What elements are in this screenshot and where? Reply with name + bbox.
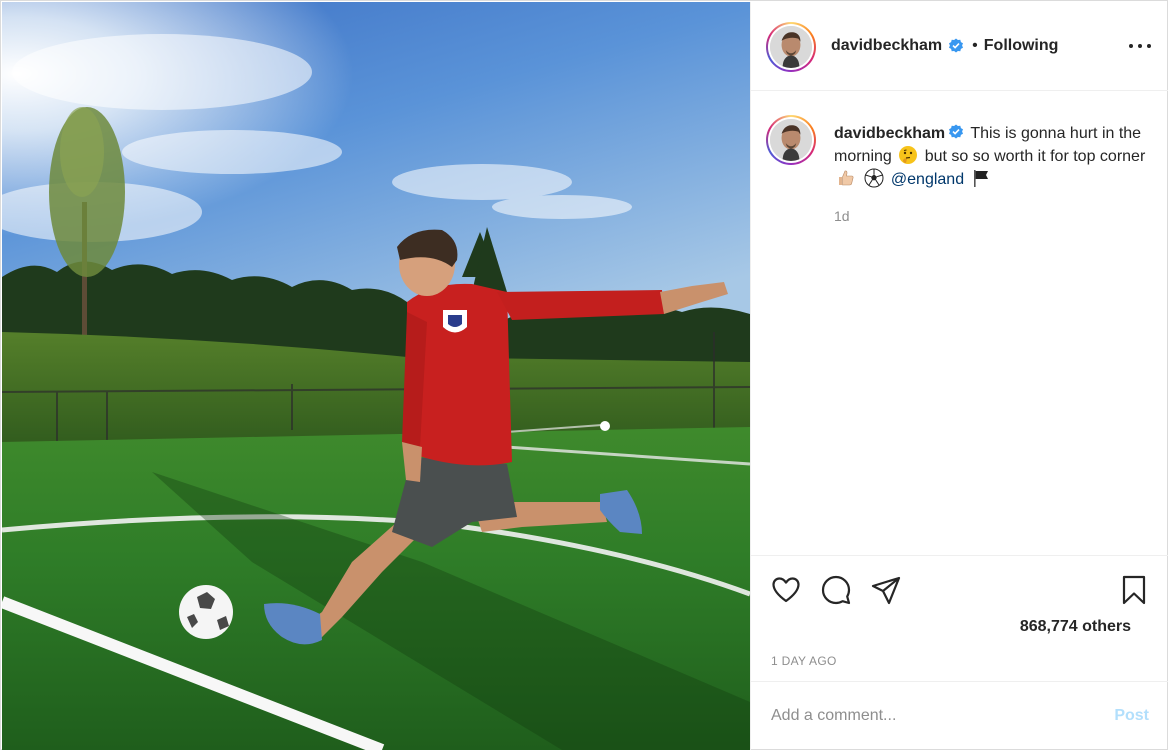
post-side-panel: davidbeckham • Following davidbeckham Th… [750,2,1168,750]
header-separator: • [972,37,978,54]
likes-count[interactable]: 868,774 others [1020,618,1131,636]
bookmark-icon[interactable] [1118,574,1150,606]
post-actions: 868,774 others 1 DAY AGO [751,555,1168,681]
author-info: davidbeckham • Following [831,37,1058,55]
caption-text: davidbeckham This is gonna hurt in the m… [834,122,1154,191]
caption-text-2: but so so worth it for top corner [924,148,1146,165]
verified-badge-icon [949,38,964,53]
author-avatar[interactable] [766,22,816,72]
thinking-face-emoji [899,146,918,164]
post-modal: davidbeckham • Following davidbeckham Th… [0,0,1168,750]
caption-username[interactable]: davidbeckham [834,125,945,142]
author-username[interactable]: davidbeckham [831,37,942,55]
soccer-ball-emoji [864,168,884,188]
comment-icon[interactable] [820,574,852,606]
avatar-photo [770,26,812,68]
post-photo [2,2,750,750]
england-mention-link[interactable]: @england [891,171,964,188]
add-comment-bar: Post [751,681,1168,750]
verified-badge-icon [949,124,964,139]
following-button[interactable]: Following [984,37,1059,55]
share-icon[interactable] [870,574,902,606]
comment-input[interactable] [771,704,1091,728]
more-options-icon[interactable] [1129,36,1151,56]
post-header: davidbeckham • Following [751,2,1168,91]
avatar-photo [770,119,812,161]
heart-icon[interactable] [770,574,802,606]
post-timestamp[interactable]: 1 DAY AGO [771,654,837,668]
black-flag-emoji [973,170,988,187]
post-image[interactable] [2,2,750,750]
caption-avatar[interactable] [766,115,816,165]
thumbs-up-emoji [839,170,854,186]
caption-time[interactable]: 1d [834,208,850,224]
post-comment-button[interactable]: Post [1114,707,1149,725]
